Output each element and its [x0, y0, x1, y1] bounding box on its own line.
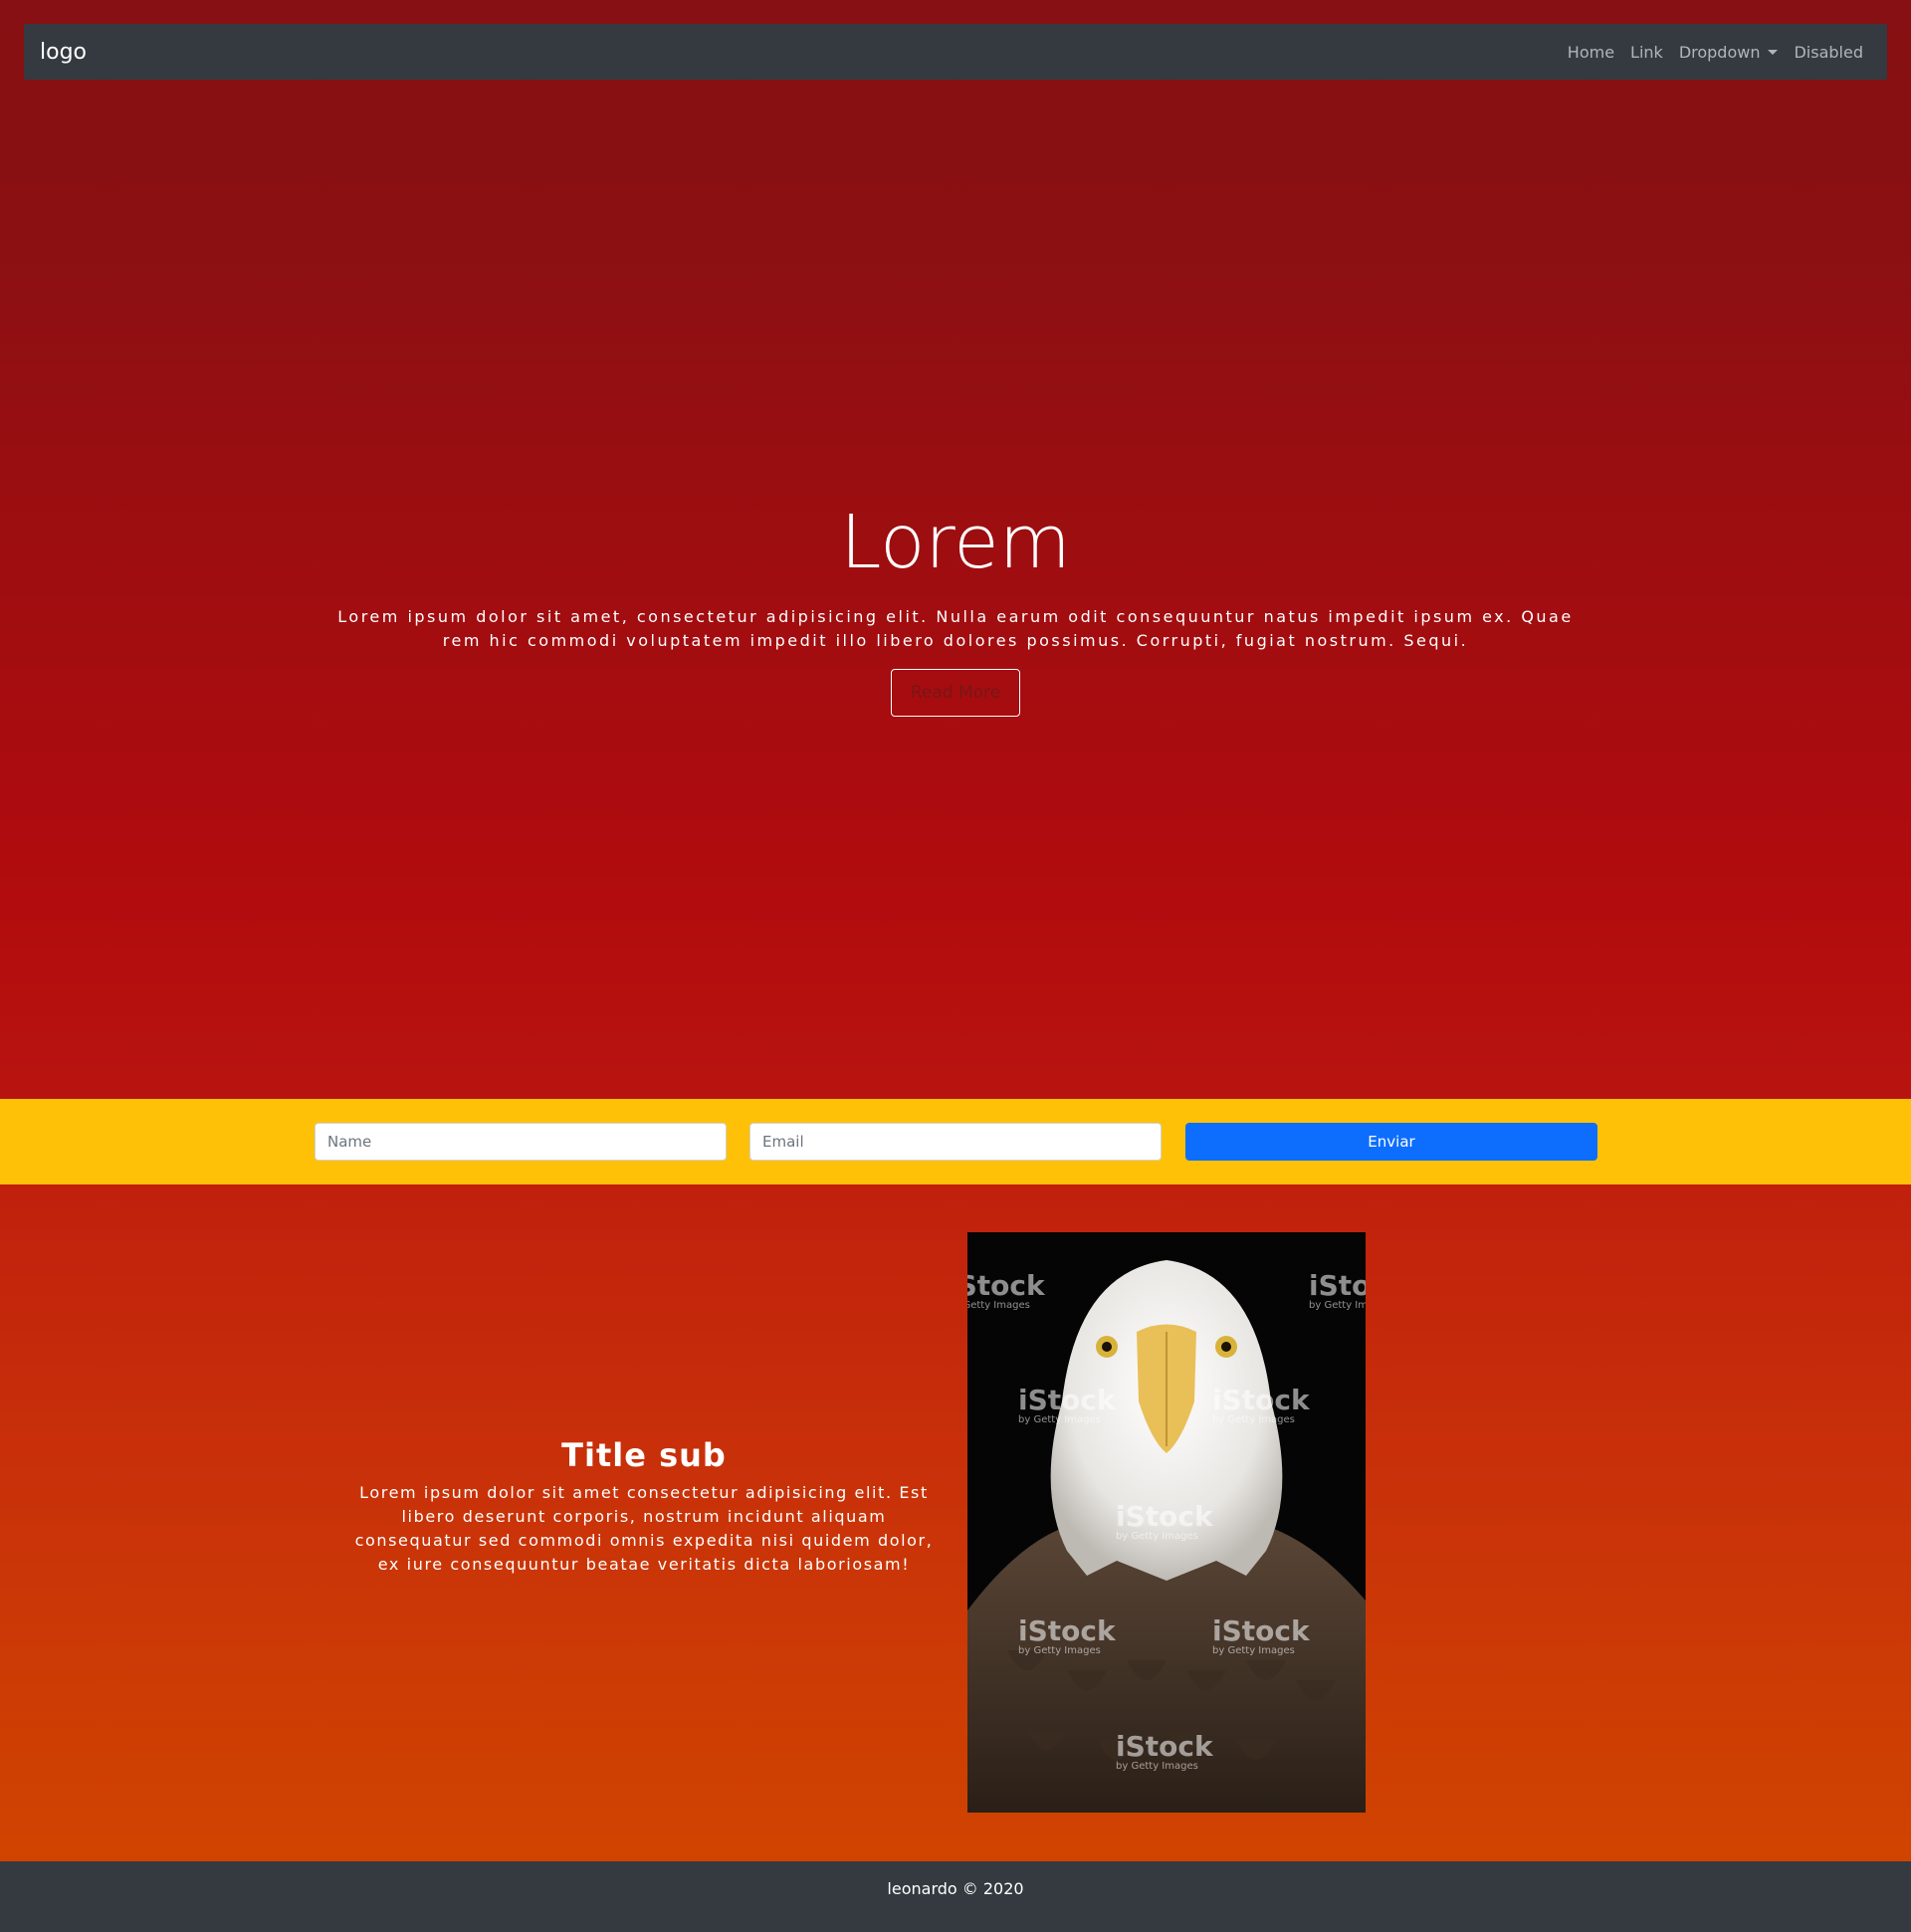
page: logo Home Link Dropdown Disabled Lorem L… — [0, 0, 1911, 1932]
nav-link-home[interactable]: Home — [1568, 43, 1614, 62]
watermark: iStockby Getty Images — [1018, 1384, 1116, 1426]
nav-links: Home Link Dropdown Disabled — [1568, 43, 1863, 62]
watermark: iStockby Getty Images — [1116, 1500, 1213, 1543]
email-input[interactable]: Email — [749, 1123, 1162, 1161]
hero-title: Lorem — [840, 500, 1071, 585]
nav-link-disabled: Disabled — [1794, 42, 1863, 62]
caret-down-icon — [1768, 49, 1779, 55]
watermark: iStockby Getty Images — [1018, 1614, 1116, 1657]
feature-text-block: Title sub Lorem ipsum dolor sit amet con… — [343, 1433, 945, 1593]
read-more-button[interactable]: Read More — [891, 669, 1020, 717]
hero-content: Lorem Lorem ipsum dolor sit amet, consec… — [0, 488, 1911, 717]
navbar: logo Home Link Dropdown Disabled — [24, 24, 1887, 80]
footer: leonardo © 2020 — [0, 1861, 1911, 1932]
feature-body: Lorem ipsum dolor sit amet consectetur a… — [354, 1483, 934, 1574]
hero-text: Lorem ipsum dolor sit amet, consectetur … — [337, 607, 1574, 650]
submit-button[interactable]: Enviar — [1185, 1123, 1597, 1161]
nav-dropdown-label: Dropdown — [1678, 42, 1761, 62]
watermark: iStockby Getty Images — [1116, 1730, 1213, 1773]
watermark: iStockby Getty Images — [967, 1269, 1045, 1312]
watermark: iStockby Getty Images — [1309, 1269, 1366, 1312]
brand-logo[interactable]: logo — [40, 40, 87, 65]
watermark: iStockby Getty Images — [1212, 1614, 1310, 1657]
contact-form: Name Email Enviar — [0, 1099, 1911, 1184]
nav-link-link[interactable]: Link — [1630, 43, 1663, 62]
footer-copyright: leonardo © 2020 — [887, 1879, 1024, 1898]
nav-dropdown[interactable]: Dropdown — [1679, 43, 1779, 62]
watermark: iStockby Getty Images — [1212, 1384, 1310, 1426]
feature-section: Title sub Lorem ipsum dolor sit amet con… — [0, 1184, 1911, 1861]
hero-section: logo Home Link Dropdown Disabled Lorem L… — [0, 0, 1911, 1099]
eagle-photo: iStockby Getty Images iStockby Getty Ima… — [967, 1232, 1366, 1813]
name-input[interactable]: Name — [315, 1123, 727, 1161]
feature-title: Title sub — [561, 1436, 727, 1474]
